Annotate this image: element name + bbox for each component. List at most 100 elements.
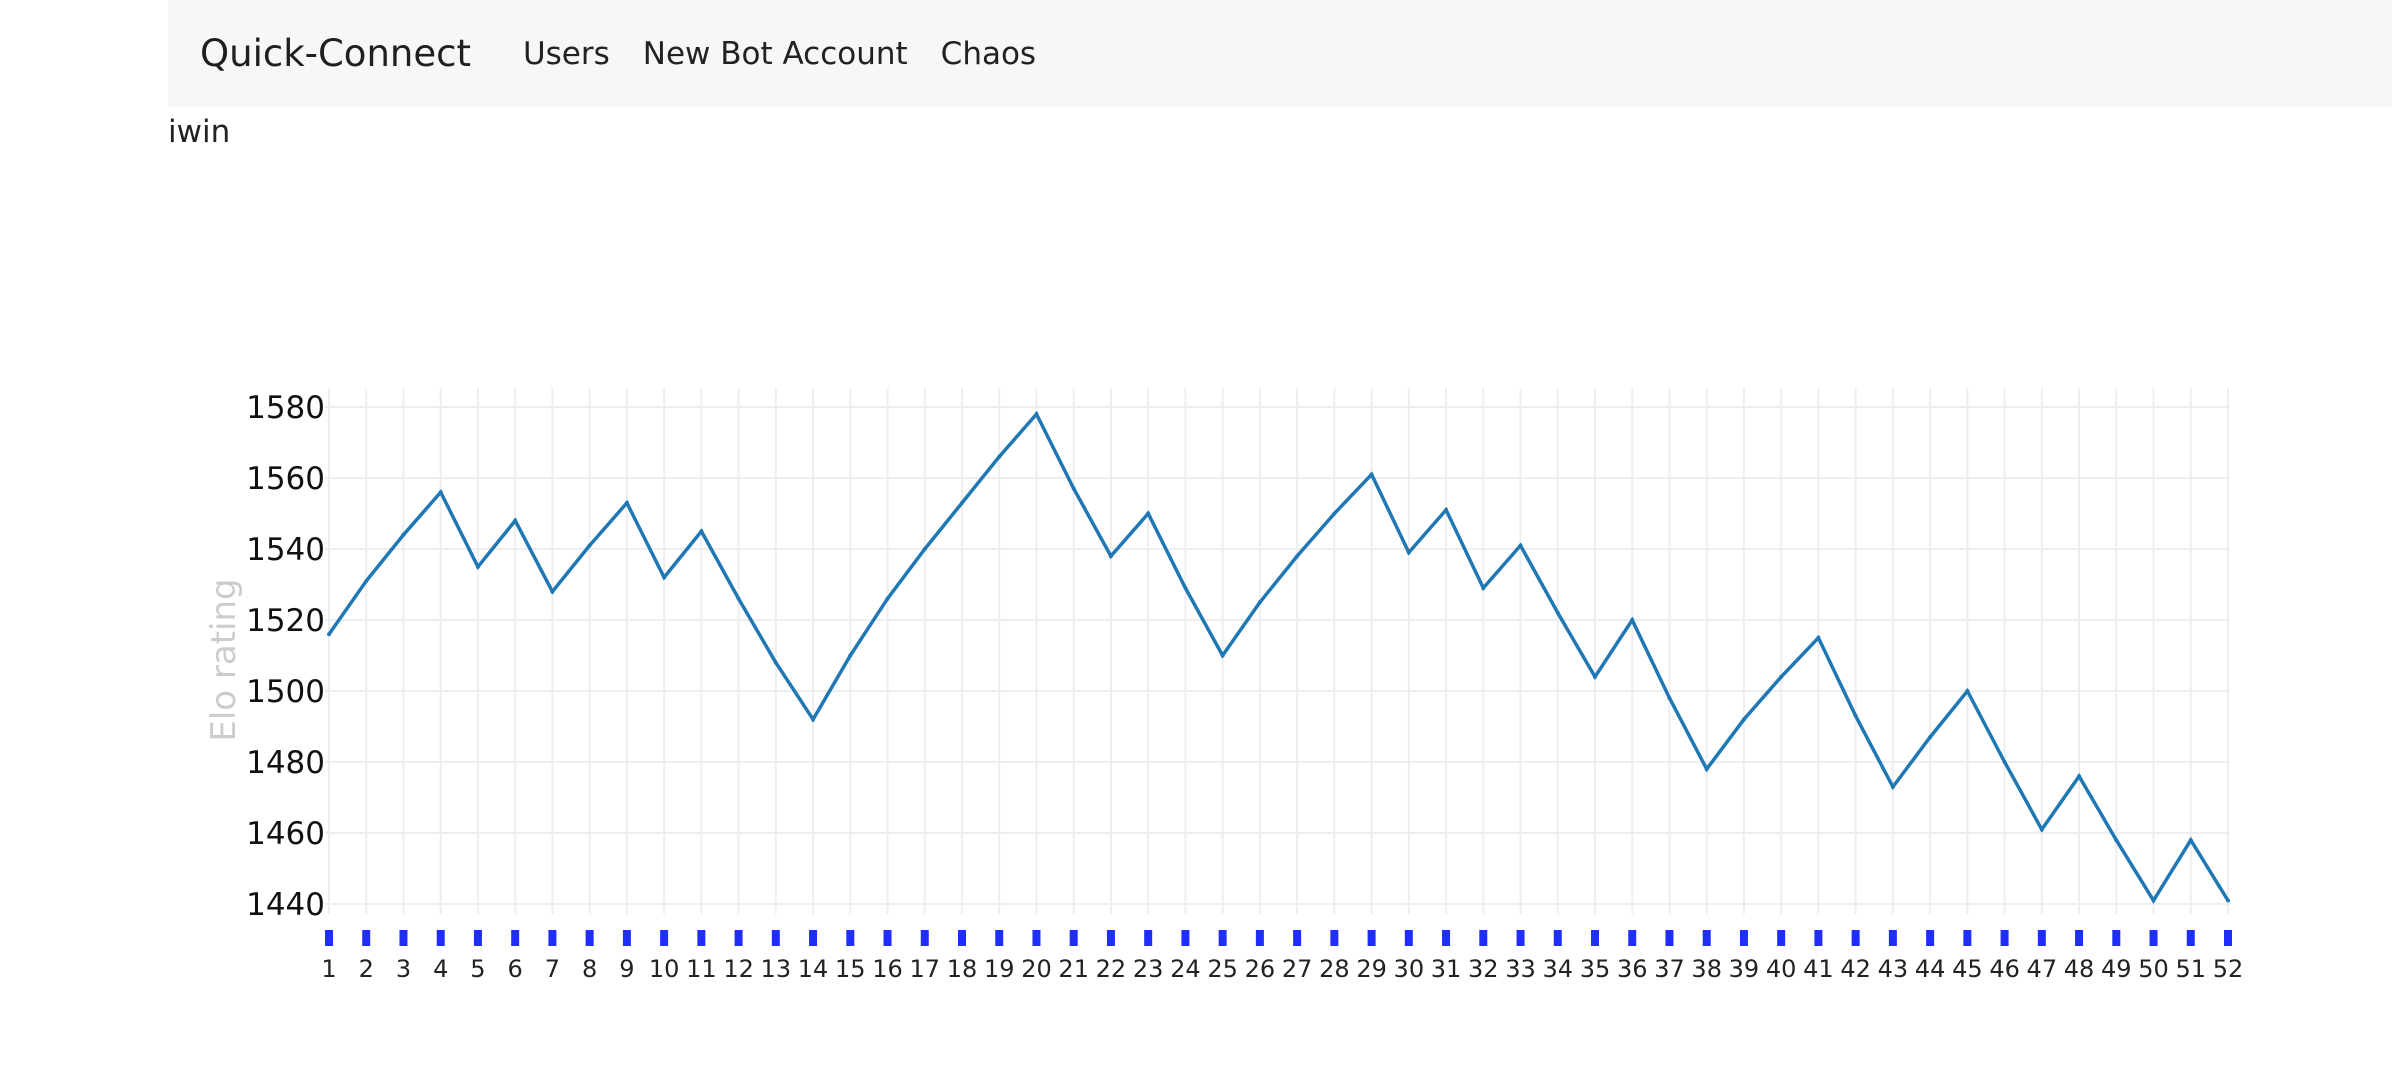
data-point xyxy=(1444,507,1449,512)
x-tick-label: 19 xyxy=(984,955,1015,983)
y-axis-label: Elo rating xyxy=(204,578,244,741)
data-point xyxy=(475,564,480,569)
x-tick-label: 17 xyxy=(909,955,940,983)
y-tick-label: 1500 xyxy=(246,674,325,710)
x-tick-mark xyxy=(809,930,818,946)
data-point xyxy=(1779,674,1784,679)
data-point xyxy=(1406,550,1411,555)
elo-chart: 14401460148015001520154015601580Elo rati… xyxy=(204,388,2244,983)
x-tick-label: 26 xyxy=(1245,955,1276,983)
x-tick-mark xyxy=(1218,930,1227,946)
data-point xyxy=(811,717,816,722)
data-point xyxy=(327,632,331,637)
x-tick-mark xyxy=(1926,930,1935,946)
data-point xyxy=(2188,838,2193,843)
y-tick-label: 1580 xyxy=(246,390,325,426)
x-tick-mark xyxy=(2186,930,2195,946)
data-point xyxy=(662,575,667,580)
data-point xyxy=(1816,635,1821,640)
x-tick-mark xyxy=(883,930,892,946)
x-tick-mark xyxy=(920,930,929,946)
x-tick-label: 21 xyxy=(1058,955,1089,983)
data-point xyxy=(1667,696,1672,701)
data-point xyxy=(438,490,443,495)
series-line xyxy=(327,410,2230,904)
x-tick-mark xyxy=(622,930,631,946)
x-tick-label: 44 xyxy=(1915,955,1946,983)
data-point xyxy=(513,518,518,523)
x-tick-mark xyxy=(1591,930,1599,946)
x-tick-mark xyxy=(2112,930,2121,946)
x-tick-mark xyxy=(1553,930,1562,946)
y-tick-label: 1520 xyxy=(246,603,325,639)
x-tick-mark xyxy=(1330,930,1339,946)
x-tick-label: 35 xyxy=(1580,955,1611,983)
data-point xyxy=(1965,689,1970,693)
x-tick-label: 33 xyxy=(1505,955,1536,983)
data-point xyxy=(2114,838,2119,843)
x-tick-mark xyxy=(362,930,371,946)
data-point xyxy=(2002,760,2007,764)
data-point xyxy=(1332,511,1337,516)
x-tick-label: 15 xyxy=(835,955,866,983)
x-tick-mark xyxy=(436,930,445,946)
data-point xyxy=(1853,713,1858,718)
y-tick-label: 1560 xyxy=(246,461,325,497)
x-tick-label: 4 xyxy=(433,955,448,983)
x-tick-label: 42 xyxy=(1840,955,1871,983)
x-tick-mark xyxy=(771,930,780,946)
x-tick-label: 11 xyxy=(686,955,717,983)
x-tick-label: 6 xyxy=(508,955,523,983)
x-tick-label: 18 xyxy=(947,955,978,983)
x-tick-mark xyxy=(697,930,706,946)
data-point xyxy=(1704,767,1709,772)
x-tick-label: 43 xyxy=(1878,955,1909,983)
x-tick-label: 46 xyxy=(1989,955,2020,983)
x-tick-label: 3 xyxy=(396,955,411,983)
x-tick-mark xyxy=(2075,930,2084,946)
x-tick-mark xyxy=(995,930,1004,946)
data-point xyxy=(550,589,555,594)
data-point xyxy=(401,532,406,537)
x-tick-label: 8 xyxy=(582,955,597,983)
data-point xyxy=(1071,486,1076,491)
x-tick-mark xyxy=(2037,930,2046,946)
data-point xyxy=(1630,618,1635,622)
x-tick-label: 50 xyxy=(2138,955,2169,983)
x-tick-mark xyxy=(1442,930,1451,946)
x-tick-mark xyxy=(585,930,594,946)
x-tick-label: 52 xyxy=(2213,955,2244,983)
data-point xyxy=(1741,717,1746,722)
data-point xyxy=(1369,472,1374,477)
data-point xyxy=(2039,827,2044,832)
x-tick-mark xyxy=(1255,930,1264,946)
x-tick-label: 36 xyxy=(1617,955,1648,983)
x-tick-label: 41 xyxy=(1803,955,1834,983)
data-point xyxy=(960,500,964,505)
x-tick-mark xyxy=(1404,930,1413,946)
data-point xyxy=(1220,653,1225,658)
x-tick-label: 31 xyxy=(1431,955,1462,983)
x-tick-mark xyxy=(1367,930,1376,946)
x-tick-mark xyxy=(1144,930,1153,946)
y-tick-label: 1460 xyxy=(246,816,325,852)
data-point xyxy=(922,547,927,551)
data-point xyxy=(1928,735,1933,740)
x-tick-mark xyxy=(1814,930,1823,946)
data-point xyxy=(1183,586,1188,591)
x-tick-mark xyxy=(1032,930,1041,946)
data-point xyxy=(1034,412,1039,417)
x-tick-mark xyxy=(660,930,669,946)
x-tick-mark xyxy=(548,930,557,946)
data-point xyxy=(885,596,890,601)
x-tick-label: 45 xyxy=(1952,955,1983,983)
x-tick-mark xyxy=(2224,930,2232,946)
x-tick-label: 9 xyxy=(619,955,634,983)
x-tick-label: 28 xyxy=(1319,955,1350,983)
data-point xyxy=(1593,674,1597,679)
x-tick-label: 5 xyxy=(470,955,485,983)
x-tick-mark xyxy=(2000,930,2009,946)
x-tick-mark xyxy=(2149,930,2158,946)
x-tick-mark xyxy=(1851,930,1860,946)
data-point xyxy=(2151,898,2156,903)
